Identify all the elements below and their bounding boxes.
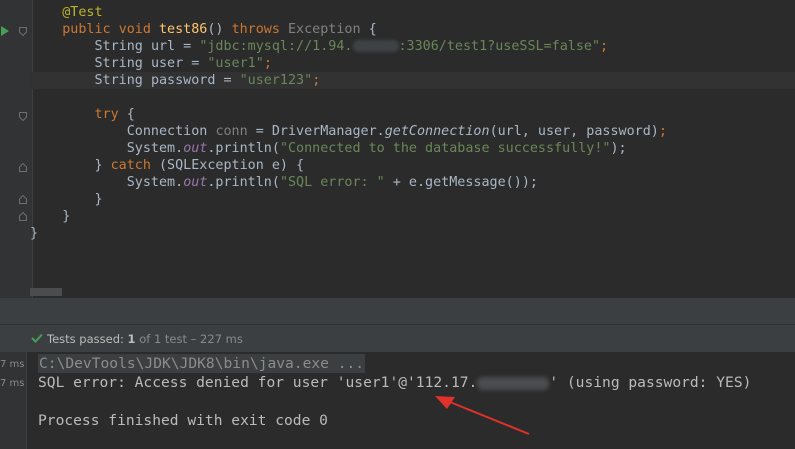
passed-count: 1 — [127, 332, 136, 346]
class-name: System. — [126, 141, 184, 156]
class-name: System. — [126, 175, 184, 190]
code-line: public void test86() throws Exception { — [30, 21, 795, 38]
red-annotation-arrow — [435, 396, 530, 435]
test-status-bar: Tests passed: 1 of 1 test – 227 ms — [0, 324, 795, 353]
semicolon: ; — [658, 124, 667, 139]
console-output[interactable]: 7 ms 7 ms C:\DevTools\JDK\JDK8\bin\java.… — [0, 352, 795, 449]
duration-label: 7 ms — [0, 378, 25, 389]
code-line: try { — [30, 106, 795, 123]
panel-divider[interactable] — [0, 298, 795, 324]
duration-label: 7 ms — [0, 359, 25, 370]
code-line: @Test — [30, 4, 795, 21]
code-text: user = — [150, 56, 208, 71]
code-line: } — [30, 225, 795, 242]
code-text: url = — [150, 39, 200, 54]
code-line: } — [30, 208, 795, 225]
fold-icon[interactable] — [19, 195, 27, 204]
string-literal: "Connected to the database successfully!… — [279, 141, 611, 156]
method-name: test86 — [159, 22, 208, 37]
semicolon: ; — [312, 73, 321, 88]
unused-variable: conn — [215, 124, 248, 139]
type-name: String — [94, 73, 151, 88]
code-editor[interactable]: @Test public void test86() throws Except… — [0, 0, 795, 298]
code-line: Connection conn = DriverManager.getConne… — [30, 123, 795, 140]
sql-error-line: SQL error: Access denied for user 'user1… — [38, 373, 751, 392]
keyword: void — [118, 22, 159, 37]
static-method: getConnection — [384, 124, 490, 139]
process-exit-line: Process finished with exit code 0 — [38, 412, 328, 429]
exception-type: Exception — [288, 22, 361, 37]
code-text: } — [94, 158, 111, 173]
keyword: try — [94, 107, 119, 122]
annotation: @Test — [62, 5, 103, 20]
check-icon — [31, 333, 43, 343]
code-text: { — [118, 107, 135, 122]
fold-icon[interactable] — [19, 27, 27, 36]
code-text: (SQLException e) { — [150, 158, 305, 173]
redacted-ip — [352, 40, 399, 52]
ide-window: @Test public void test86() throws Except… — [0, 0, 795, 449]
fold-icon[interactable] — [19, 112, 27, 121]
code-line: String user = "user1"; — [30, 55, 795, 72]
sql-error-text: ' (using password: YES) — [549, 374, 752, 391]
string-literal: "jdbc:mysql://1.94. — [199, 39, 353, 54]
code-area[interactable]: @Test public void test86() throws Except… — [30, 4, 795, 242]
code-text: password = — [150, 73, 240, 88]
static-field: out — [183, 141, 208, 156]
code-text: + e.getMessage() — [384, 175, 522, 190]
string-literal: :3306/test1?useSSL=false" — [398, 39, 601, 54]
code-text: } — [62, 209, 71, 224]
fold-icon[interactable] — [19, 163, 27, 172]
semicolon: ; — [600, 39, 609, 54]
status-detail: of 1 test – 227 ms — [135, 332, 243, 346]
keyword: throws — [231, 22, 288, 37]
keyword: public — [62, 22, 119, 37]
type-name: String — [94, 39, 151, 54]
code-text: () — [207, 22, 232, 37]
code-line: } — [30, 191, 795, 208]
code-line: System.out.println("SQL error: " + e.get… — [30, 174, 795, 191]
type-name: String — [94, 56, 151, 71]
code-text: .println( — [207, 141, 280, 156]
run-test-icon[interactable] — [1, 26, 9, 36]
keyword: catch — [110, 158, 151, 173]
status-label: Tests passed: — [47, 332, 128, 346]
horizontal-scrollbar[interactable] — [30, 288, 62, 296]
code-text: ); — [521, 175, 538, 190]
string-literal: "user1" — [207, 56, 264, 71]
code-text: } — [30, 226, 39, 241]
code-text: } — [94, 192, 103, 207]
java-exe-path[interactable]: C:\DevTools\JDK\JDK8\bin\java.exe ... — [38, 354, 366, 373]
type-name: Connection — [126, 124, 216, 139]
code-text: { — [360, 22, 377, 37]
static-field: out — [183, 175, 208, 190]
console-gutter: 7 ms 7 ms — [0, 352, 27, 449]
code-line: String url = "jdbc:mysql://1.94. :3306/te… — [30, 38, 795, 55]
fold-icon[interactable] — [19, 212, 27, 221]
code-text: ); — [610, 141, 627, 156]
code-text: (url, user, password) — [489, 124, 659, 139]
editor-gutter — [0, 0, 32, 298]
code-text: .println( — [207, 175, 280, 190]
string-literal: "user123" — [239, 73, 313, 88]
string-literal: "SQL error: " — [279, 175, 385, 190]
semicolon: ; — [263, 56, 272, 71]
code-line: System.out.println("Connected to the dat… — [30, 140, 795, 157]
code-line: } catch (SQLException e) { — [30, 157, 795, 174]
code-text: = DriverManager. — [247, 124, 385, 139]
test-status-text: Tests passed: 1 of 1 test – 227 ms — [47, 332, 243, 346]
code-line-current: String password = "user123"; — [30, 72, 795, 89]
sql-error-text: SQL error: Access denied for user 'user1… — [38, 374, 478, 391]
